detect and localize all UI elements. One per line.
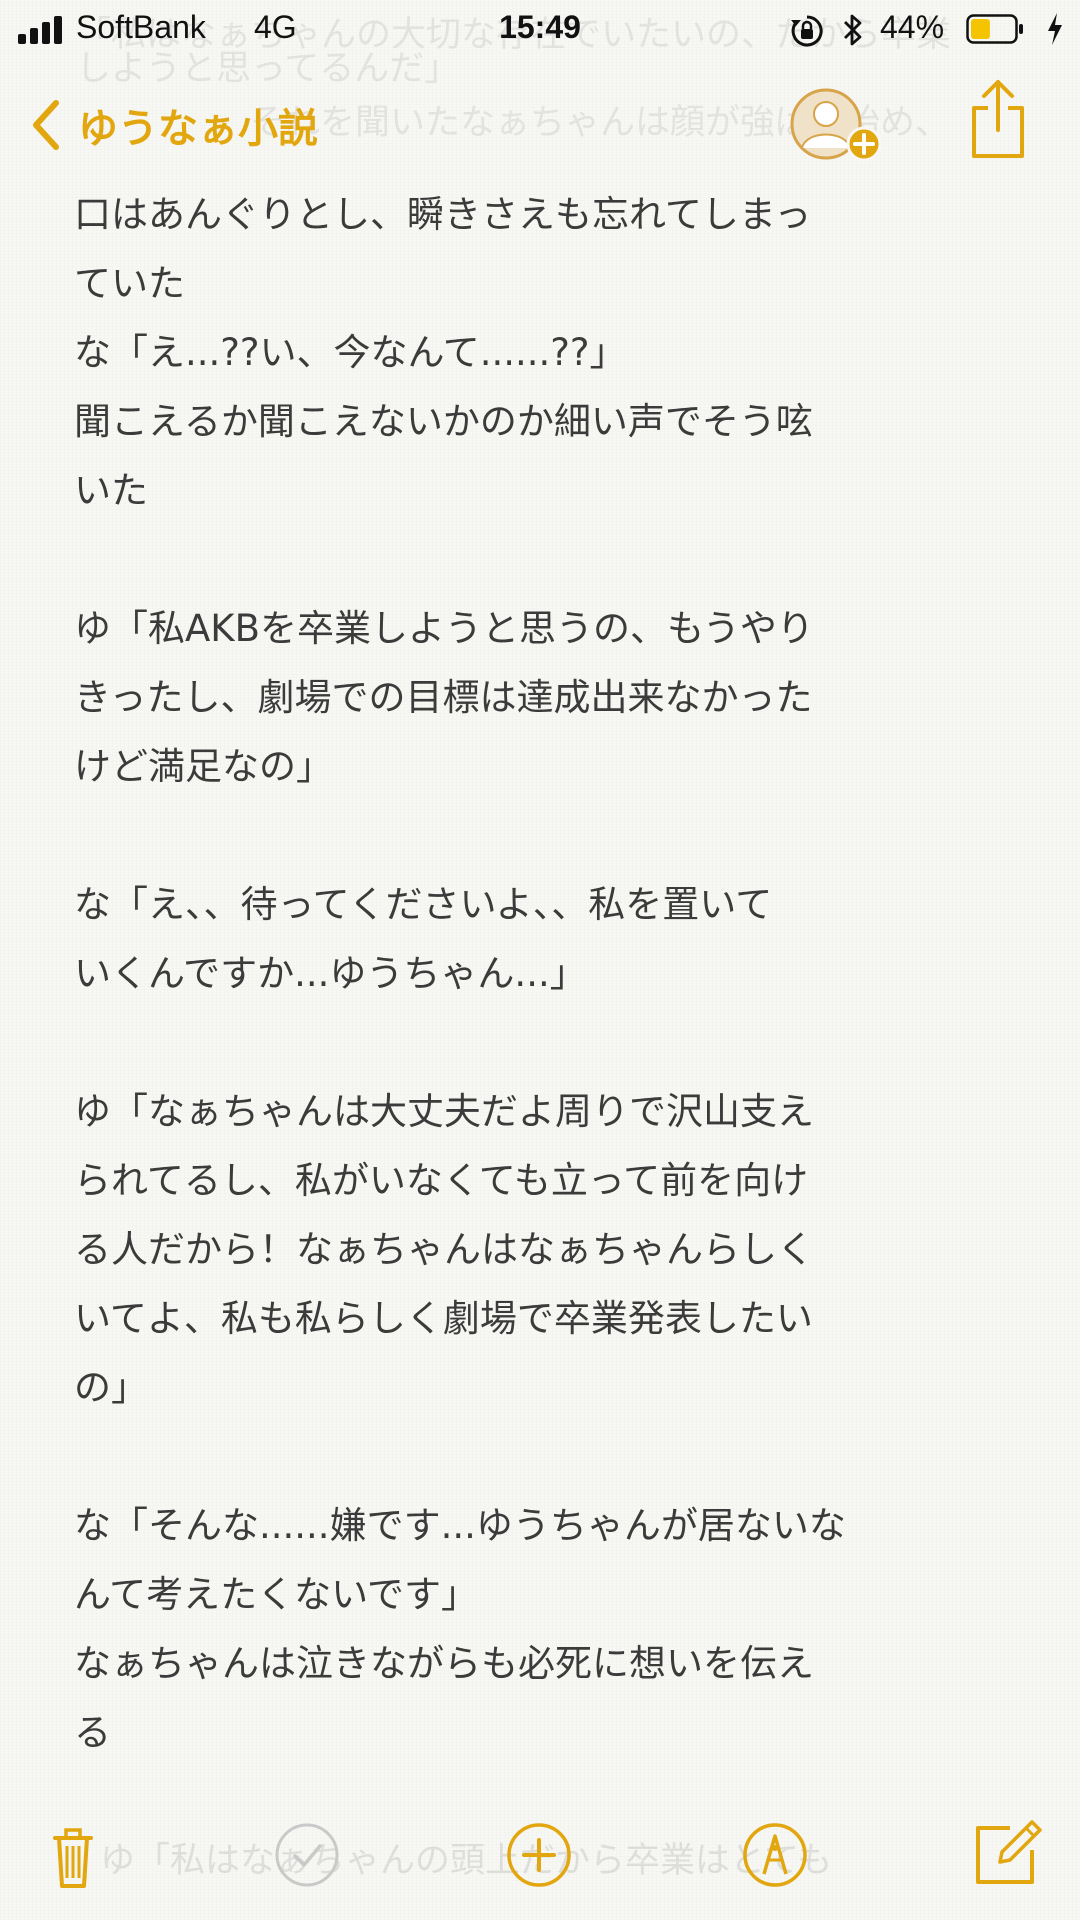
status-bar: SoftBank 4G 15:49 44% xyxy=(0,0,1080,58)
note-line: ゆ「なぁちゃんは大丈夫だよ周りで沢山支え xyxy=(74,1090,814,1133)
note-blank-line xyxy=(74,1422,1026,1491)
note-line: 口はあんぐりとし、瞬きさえも忘れてしまっ xyxy=(74,193,812,236)
checklist-icon[interactable] xyxy=(274,1822,340,1888)
note-body[interactable]: 口はあんぐりとし、瞬きさえも忘れてしまっ ていたな「え...??い、今なんて...… xyxy=(74,180,1026,1767)
share-icon[interactable] xyxy=(968,78,1028,160)
note-blank-line xyxy=(74,525,1026,594)
note-blank-line xyxy=(74,801,1026,870)
bluetooth-icon xyxy=(844,14,862,46)
compose-icon[interactable] xyxy=(972,1818,1044,1888)
add-icon[interactable] xyxy=(506,1822,572,1888)
note-line: いた xyxy=(74,469,148,512)
orientation-lock-icon xyxy=(791,15,823,47)
ghost-line-bottom: ゆ「私はなぁちゃんの頭上だから卒業はとても xyxy=(100,1841,833,1881)
note-line: いくんですか...ゆうちゃん...」 xyxy=(74,952,587,995)
note-line: 聞こえるか聞こえないかのか細い声でそう呟 xyxy=(74,400,813,443)
note-line: んて考えたくないです」 xyxy=(74,1573,479,1616)
note-line: けど満足なの」 xyxy=(74,745,333,788)
note-line: る xyxy=(74,1711,111,1754)
note-line: なぁちゃんは泣きながらも必死に想いを伝え xyxy=(74,1642,814,1685)
note-line: いてよ、私も私らしく劇場で卒業発表したい xyxy=(74,1297,813,1340)
note-line: られてるし、私がいなくても立って前を向け xyxy=(74,1159,809,1202)
charging-icon xyxy=(1048,13,1062,45)
note-line: る人だから！なぁちゃんはなぁちゃんらしく xyxy=(74,1228,814,1271)
note-line: な「え、、待ってくださいよ、、私を置いて xyxy=(74,883,773,926)
markup-icon[interactable] xyxy=(742,1822,808,1888)
note-line: ていた xyxy=(74,262,185,305)
note-blank-line xyxy=(74,1008,1026,1077)
battery-percent: 44% xyxy=(880,9,945,45)
trash-icon[interactable] xyxy=(52,1824,94,1890)
note-line: な「え...??い、今なんて......??」 xyxy=(74,331,627,374)
back-button[interactable]: ゆうなぁ小説 xyxy=(28,90,318,160)
add-people-icon[interactable] xyxy=(786,86,882,166)
chevron-left-icon xyxy=(33,100,59,150)
note-line: ゆ「私AKBを卒業しようと思うの、もうやり xyxy=(74,607,814,650)
back-label: ゆうなぁ小説 xyxy=(78,106,318,152)
note-line: きったし、劇場での目標は達成出来なかった xyxy=(74,676,813,719)
battery-icon xyxy=(966,14,1023,44)
note-line: な「そんな......嫌です...ゆうちゃんが居ないな xyxy=(74,1504,846,1547)
note-line: の」 xyxy=(74,1366,148,1409)
